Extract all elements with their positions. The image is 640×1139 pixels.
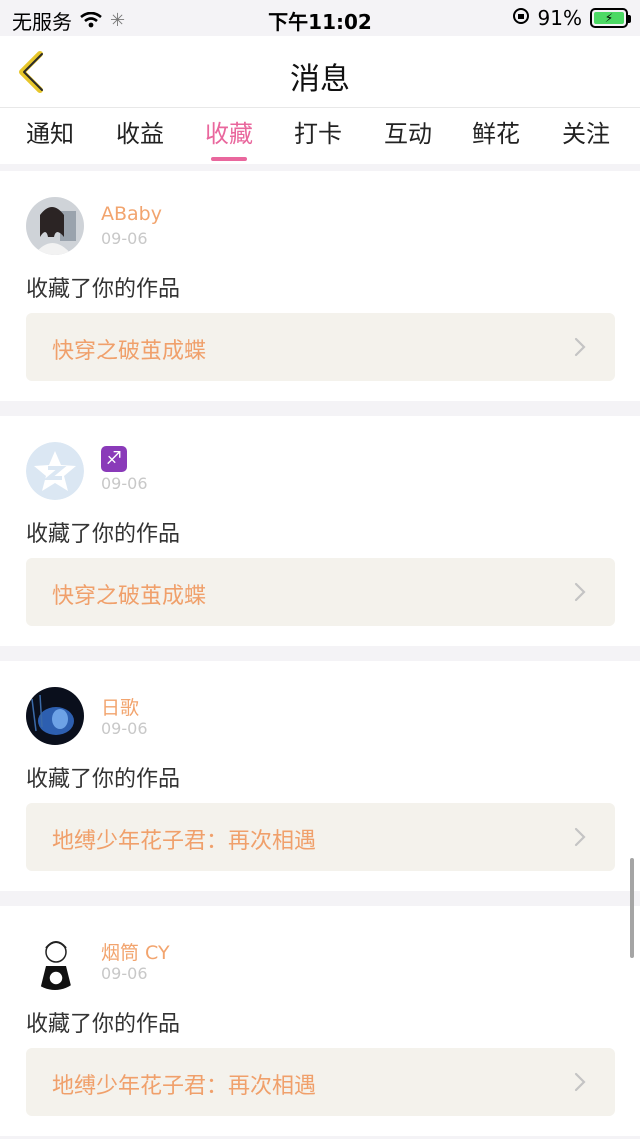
chevron-right-icon bbox=[574, 582, 586, 602]
username[interactable]: 日歌 bbox=[101, 693, 139, 720]
tab-bar: 通知 收益 收藏 打卡 互动 鲜花 关注 bbox=[0, 108, 640, 164]
work-title: 地缚少年花子君：再次相遇 bbox=[52, 829, 317, 854]
orientation-lock-icon bbox=[512, 6, 530, 30]
chevron-right-icon bbox=[574, 337, 586, 357]
message-date: 09-06 bbox=[101, 229, 148, 248]
action-text: 收藏了你的作品 bbox=[26, 767, 181, 792]
work-title: 地缚少年花子君：再次相遇 bbox=[52, 1074, 317, 1099]
tab-label: 鲜花 bbox=[472, 120, 520, 148]
status-bar: 无服务 ✳ 下午11:02 91% ⚡ bbox=[0, 0, 640, 36]
tab-favorites[interactable]: 收藏 bbox=[205, 114, 253, 161]
tab-label: 打卡 bbox=[294, 120, 342, 148]
tab-notifications[interactable]: 通知 bbox=[26, 114, 74, 149]
nav-bar: 消息 bbox=[0, 36, 640, 108]
action-text: 收藏了你的作品 bbox=[26, 1012, 181, 1037]
tab-checkin[interactable]: 打卡 bbox=[294, 114, 342, 149]
work-title: 快穿之破茧成蝶 bbox=[52, 339, 207, 364]
tab-label: 关注 bbox=[562, 120, 610, 148]
battery-icon: ⚡ bbox=[590, 8, 631, 28]
message-date: 09-06 bbox=[101, 719, 148, 738]
tab-label: 互动 bbox=[384, 120, 432, 148]
message-card: ♐ 09-06 收藏了你的作品 快穿之破茧成蝶 bbox=[0, 416, 640, 646]
username[interactable]: ABaby bbox=[101, 203, 162, 225]
tab-flowers[interactable]: 鲜花 bbox=[472, 114, 520, 149]
avatar[interactable] bbox=[26, 442, 84, 500]
work-link[interactable]: 快穿之破茧成蝶 bbox=[26, 558, 615, 626]
tab-label: 收藏 bbox=[205, 120, 253, 148]
message-card: 烟筒 CY 09-06 收藏了你的作品 地缚少年花子君：再次相遇 bbox=[0, 906, 640, 1136]
battery-percent: 91% bbox=[537, 6, 582, 30]
username[interactable]: ♐ bbox=[101, 446, 127, 472]
sagittarius-icon: ♐ bbox=[101, 446, 127, 472]
message-card: 日歌 09-06 收藏了你的作品 地缚少年花子君：再次相遇 bbox=[0, 661, 640, 891]
page-title: 消息 bbox=[290, 62, 350, 97]
tab-indicator bbox=[211, 157, 247, 161]
tab-earnings[interactable]: 收益 bbox=[116, 114, 164, 149]
action-text: 收藏了你的作品 bbox=[26, 277, 181, 302]
tab-label: 收益 bbox=[116, 120, 164, 148]
tab-follows[interactable]: 关注 bbox=[562, 114, 610, 149]
work-link[interactable]: 地缚少年花子君：再次相遇 bbox=[26, 803, 615, 871]
message-date: 09-06 bbox=[101, 474, 148, 493]
chevron-right-icon bbox=[574, 827, 586, 847]
tab-interaction[interactable]: 互动 bbox=[384, 114, 432, 149]
scrollbar[interactable] bbox=[630, 858, 634, 958]
work-link[interactable]: 地缚少年花子君：再次相遇 bbox=[26, 1048, 615, 1116]
work-link[interactable]: 快穿之破茧成蝶 bbox=[26, 313, 615, 381]
work-title: 快穿之破茧成蝶 bbox=[52, 584, 207, 609]
avatar[interactable] bbox=[26, 687, 84, 745]
avatar[interactable] bbox=[26, 197, 84, 255]
message-date: 09-06 bbox=[101, 964, 148, 983]
username[interactable]: 烟筒 CY bbox=[101, 938, 170, 965]
tab-label: 通知 bbox=[26, 120, 74, 148]
message-card: ABaby 09-06 收藏了你的作品 快穿之破茧成蝶 bbox=[0, 171, 640, 401]
avatar[interactable] bbox=[26, 932, 84, 990]
action-text: 收藏了你的作品 bbox=[26, 522, 181, 547]
chevron-right-icon bbox=[574, 1072, 586, 1092]
